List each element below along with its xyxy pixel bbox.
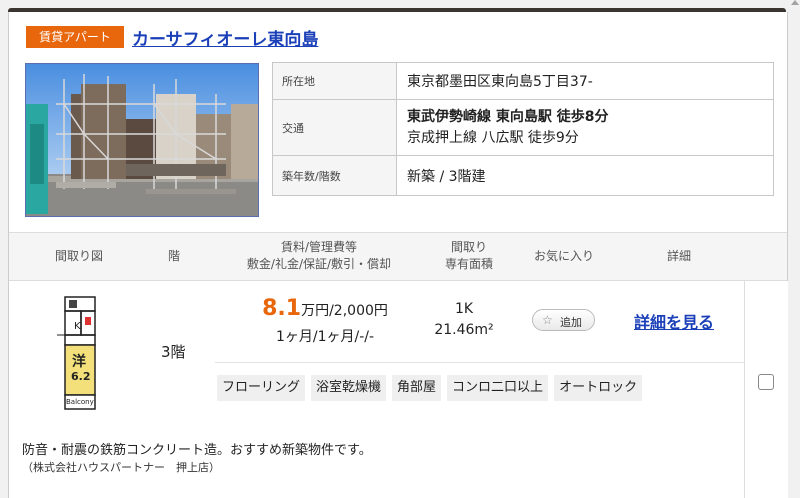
header-layout-line1: 間取り <box>450 240 487 254</box>
room-layout: 1K 21.46m² <box>414 299 514 341</box>
add-favorite-label: 追加 <box>560 316 582 329</box>
feature-tag: フローリング <box>217 375 306 401</box>
rent-unit-and-fee: 万円/2,000円 <box>301 303 388 319</box>
room-table-header: 間取り図 階 賃料/管理費等 敷金/礼金/保証/敷引・償却 間取り 専有面積 お… <box>9 233 787 281</box>
view-details-link[interactable]: 詳細を見る <box>634 309 714 333</box>
tags-divider <box>215 362 744 363</box>
feature-tag: コンロ二口以上 <box>447 375 549 401</box>
top-bar <box>0 0 800 12</box>
header-rent-line1: 賃料/管理費等 <box>280 240 358 254</box>
feature-tag: 角部屋 <box>392 375 442 401</box>
header-detail: 詳細 <box>666 249 691 263</box>
age-value: 新築 / 3階建 <box>396 155 774 196</box>
vertical-scrollbar[interactable] <box>789 0 800 498</box>
room-floor: 3階 <box>161 343 186 361</box>
property-comment: 防音・耐震の鉄筋コンクリート造。おすすめ新築物件です。 <box>22 443 372 458</box>
building-name-link[interactable]: カーサフィオーレ東向島 <box>132 25 318 50</box>
feature-tag: オートロック <box>554 375 643 401</box>
building-photo[interactable] <box>25 63 259 217</box>
add-favorite-button[interactable]: ☆ 追加 <box>532 309 595 331</box>
rent-amount: 8.1 <box>262 296 302 321</box>
header-rent-line2: 敷金/礼金/保証/敷引・償却 <box>246 257 392 271</box>
header-favorite: お気に入り <box>533 249 594 263</box>
address-value: 東京都墨田区東向島5丁目37- <box>396 62 774 100</box>
rent-price: 8.1万円/2,000円 <box>245 296 405 321</box>
category-badge: 賃貸アパート <box>26 26 124 48</box>
plan-balcony-label: Balcony <box>66 398 94 406</box>
header-floorplan: 間取り図 <box>54 249 103 263</box>
access-line-1: 東武伊勢崎線 東向島駅 徒歩8分 <box>407 108 609 125</box>
property-info-table: 所在地 東京都墨田区東向島5丁目37- 交通 東武伊勢崎線 東向島駅 徒歩8分 … <box>272 62 774 196</box>
room-row: K 洋 6.2 Balcony 3階 8.1万円/2,000円 1ヶ月/1ヶ月/… <box>9 281 787 498</box>
scroll-up-arrow-icon[interactable] <box>791 0 799 5</box>
access-line-2: 京成押上線 八広駅 徒歩9分 <box>407 129 579 146</box>
address-label: 所在地 <box>272 62 397 100</box>
layout-type: 1K <box>454 301 474 317</box>
floor-area: 21.46m² <box>434 322 494 338</box>
plan-western-room-label: 洋 <box>72 354 86 370</box>
agent-company: （株式会社ハウスパートナー 押上店） <box>22 461 220 474</box>
access-value: 東武伊勢崎線 東向島駅 徒歩8分 京成押上線 八広駅 徒歩9分 <box>396 99 774 156</box>
select-column <box>744 281 788 498</box>
listing-card: 賃貸アパート カーサフィオーレ東向島 所在地 東京都墨田区東向島5丁目37- 交… <box>8 12 788 498</box>
access-label: 交通 <box>272 99 397 156</box>
star-plus-icon: ☆ <box>542 313 553 327</box>
plan-kitchen-label: K <box>74 321 81 332</box>
plan-room-size-label: 6.2 <box>71 370 91 383</box>
header-floor: 階 <box>167 249 180 263</box>
deposit-key-money: 1ヶ月/1ヶ月/-/- <box>275 329 375 345</box>
header-layout-line2: 専有面積 <box>444 257 493 271</box>
select-checkbox[interactable] <box>758 374 774 390</box>
header-layout: 間取り 専有面積 <box>429 239 509 273</box>
feature-tag: 浴室乾燥機 <box>311 375 387 401</box>
floorplan-thumbnail[interactable]: K 洋 6.2 Balcony <box>49 293 105 417</box>
age-label: 築年数/階数 <box>272 155 397 196</box>
feature-tags: フローリング 浴室乾燥機 角部屋 コンロ二口以上 オートロック <box>217 375 643 401</box>
construction-photo-image <box>26 64 258 216</box>
header-rent: 賃料/管理費等 敷金/礼金/保証/敷引・償却 <box>219 239 419 273</box>
